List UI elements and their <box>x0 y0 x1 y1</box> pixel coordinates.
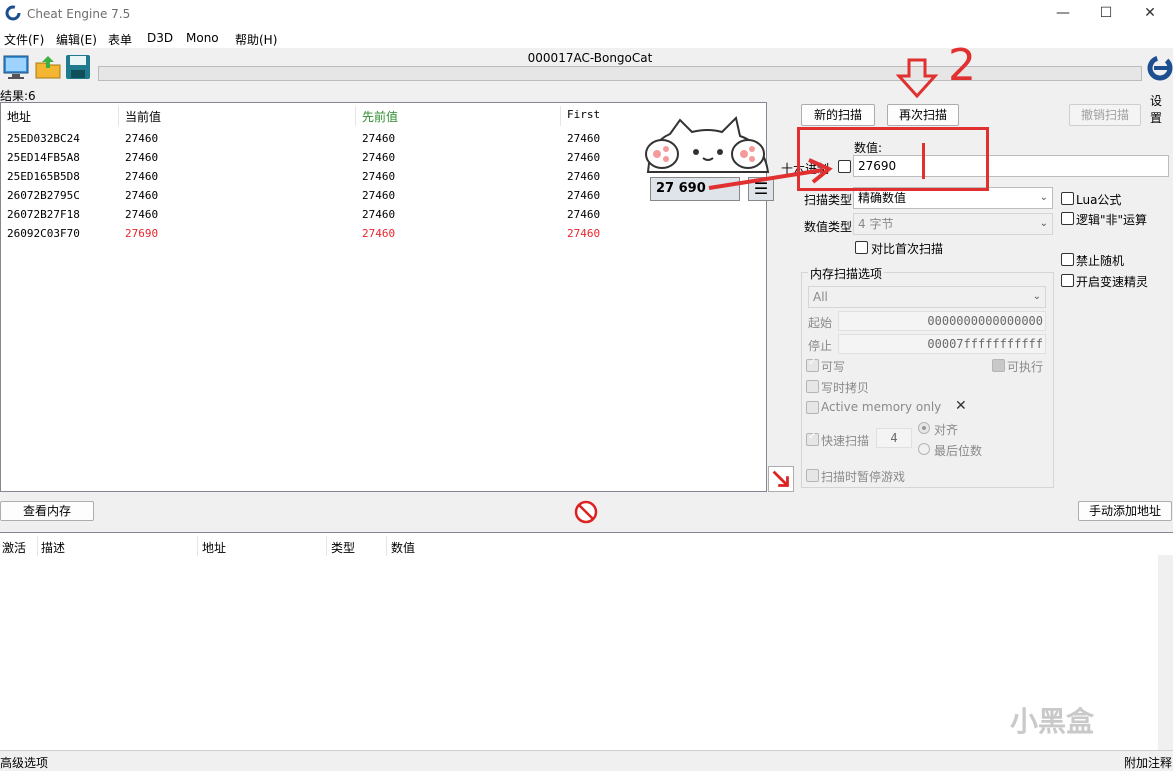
menu-mono[interactable]: Mono <box>186 31 219 45</box>
scan-progress-bar <box>98 66 1142 81</box>
start-label: 起始 <box>808 316 833 330</box>
column-first[interactable]: First <box>567 108 600 121</box>
memory-region-select[interactable]: All ⌄ <box>808 286 1046 308</box>
minimize-button[interactable]: — <box>1040 0 1086 28</box>
column-previous-value[interactable]: 先前值 <box>362 108 398 125</box>
lua-formula-checkbox[interactable] <box>1061 192 1074 205</box>
start-address-input[interactable]: 0000000000000000 <box>838 311 1046 331</box>
compare-first-label: 对比首次扫描 <box>871 242 944 256</box>
stop-label: 停止 <box>808 339 833 353</box>
add-address-manually-button[interactable]: 手动添加地址 <box>1078 501 1172 521</box>
fast-scan-input[interactable]: 4 <box>876 428 912 448</box>
close-button[interactable]: ✕ <box>1127 0 1173 28</box>
copy-on-write-label: 写时拷贝 <box>821 381 870 395</box>
menu-help[interactable]: 帮助(H) <box>235 31 277 48</box>
executable-label: 可执行 <box>1007 360 1044 374</box>
align-label: 对齐 <box>934 423 959 437</box>
window-title: Cheat Engine 7.5 <box>27 7 131 21</box>
column-value[interactable]: 数值 <box>391 539 415 556</box>
annotation-arrow-right-icon <box>708 158 833 190</box>
align-radio[interactable] <box>918 422 930 434</box>
executable-checkbox[interactable] <box>992 359 1005 372</box>
active-memory-label: Active memory only <box>821 400 942 414</box>
undo-scan-button[interactable]: 撤销扫描 <box>1069 104 1141 126</box>
result-row[interactable]: 26072B27F18 27460 27460 27460 <box>1 206 766 225</box>
chevron-down-icon: ⌄ <box>1039 192 1048 203</box>
writable-label: 可写 <box>821 360 846 374</box>
status-bar: 高级选项 附加注释 <box>0 750 1173 771</box>
annotation-mark-1 <box>922 143 925 179</box>
pause-game-label: 扫描时暂停游戏 <box>821 470 906 484</box>
no-random-label: 禁止随机 <box>1076 254 1125 268</box>
menu-d3d[interactable]: D3D <box>147 31 173 45</box>
scrollbar[interactable] <box>1158 555 1173 750</box>
menu-table[interactable]: 表单 <box>108 31 132 48</box>
annotation-arrow-down-icon <box>895 58 939 99</box>
cheat-engine-settings-icon[interactable] <box>1145 52 1173 86</box>
address-list[interactable]: 激活 描述 地址 类型 数值 <box>0 532 1173 750</box>
next-scan-button[interactable]: 再次扫描 <box>887 104 959 126</box>
writable-checkbox[interactable] <box>806 357 819 372</box>
column-description[interactable]: 描述 <box>41 539 65 556</box>
menu-file[interactable]: 文件(F) <box>4 31 44 48</box>
add-to-list-arrow-button[interactable] <box>768 466 794 492</box>
settings-label[interactable]: 设置 <box>1150 92 1173 126</box>
close-icon[interactable]: ✕ <box>955 398 967 414</box>
advanced-options[interactable]: 高级选项 <box>0 754 48 771</box>
watermark: 小黑盒 <box>1010 705 1095 738</box>
chevron-down-icon: ⌄ <box>1039 218 1048 229</box>
speedhack-label: 开启变速精灵 <box>1076 275 1149 289</box>
maximize-button[interactable]: ☐ <box>1083 0 1129 28</box>
result-row-changed[interactable]: 26092C03F70 27690 27460 27460 <box>1 225 766 244</box>
copy-on-write-checkbox[interactable] <box>806 380 819 393</box>
chevron-down-icon: ⌄ <box>1032 291 1041 302</box>
memory-scan-options-title: 内存扫描选项 <box>808 265 885 282</box>
title-bar: Cheat Engine 7.5 — ☐ ✕ <box>0 0 1173 28</box>
active-memory-checkbox[interactable] <box>806 401 819 414</box>
add-comment[interactable]: 附加注释 <box>1124 754 1172 771</box>
arrow-down-right-icon <box>772 470 789 487</box>
not-operation-checkbox[interactable] <box>1061 212 1074 225</box>
value-type-select[interactable]: 4 字节 ⌄ <box>853 213 1053 235</box>
annotation-number: 2 <box>948 40 976 91</box>
stop-address-input[interactable]: 00007fffffffffff <box>838 334 1046 354</box>
column-lower-address[interactable]: 地址 <box>202 539 226 556</box>
column-active[interactable]: 激活 <box>2 539 26 556</box>
column-address[interactable]: 地址 <box>7 108 31 125</box>
cheat-engine-logo-icon <box>5 5 21 21</box>
value-type-label: 数值类型 <box>804 220 853 234</box>
process-name: 000017AC-BongoCat <box>527 51 653 65</box>
no-random-checkbox[interactable] <box>1061 253 1074 266</box>
last-digits-radio[interactable] <box>918 443 930 455</box>
last-digits-label: 最后位数 <box>934 444 983 458</box>
column-current-value[interactable]: 当前值 <box>125 108 161 125</box>
not-operation-label: 逻辑"非"运算 <box>1076 213 1148 227</box>
fast-scan-checkbox[interactable] <box>806 431 819 446</box>
fast-scan-label: 快速扫描 <box>821 434 870 448</box>
column-type[interactable]: 类型 <box>331 539 355 556</box>
new-scan-button[interactable]: 新的扫描 <box>801 104 875 126</box>
pause-game-checkbox[interactable] <box>806 469 819 482</box>
compare-first-checkbox[interactable] <box>855 241 868 254</box>
menu-bar: 文件(F) 编辑(E) 表单 D3D Mono 帮助(H) <box>0 28 1173 48</box>
speedhack-checkbox[interactable] <box>1061 274 1074 287</box>
view-memory-button[interactable]: 查看内存 <box>0 501 94 521</box>
stop-icon[interactable] <box>573 499 599 525</box>
menu-edit[interactable]: 编辑(E) <box>56 31 97 48</box>
lua-formula-label: Lua公式 <box>1076 193 1122 207</box>
